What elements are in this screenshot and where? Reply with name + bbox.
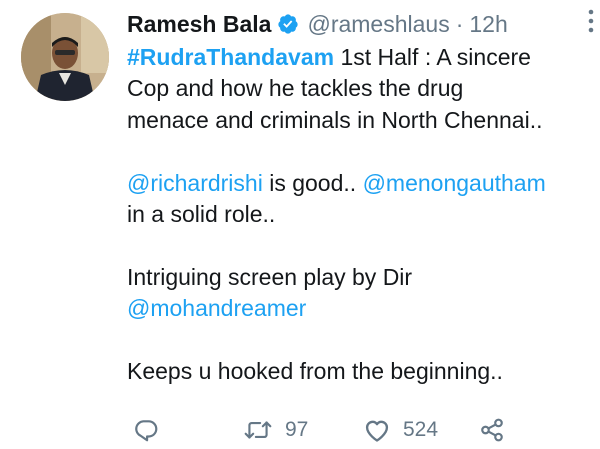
reply-icon — [135, 420, 158, 442]
tweet-text-line: in a solid role.. — [127, 201, 276, 228]
tweet-actions: 97 524 — [127, 414, 540, 446]
mention-link[interactable]: @menongautham — [363, 170, 546, 196]
share-button[interactable] — [479, 414, 505, 446]
tweet-text-line: Cop and how he tackles the drug — [127, 75, 464, 102]
author-handle[interactable]: @rameshlaus — [307, 11, 449, 38]
tweet-content: Ramesh Bala @rameshlaus · 12h #RudraThan… — [127, 8, 582, 387]
tweet-text-segment: 1st Half : A sincere — [334, 44, 531, 70]
verified-badge-icon — [277, 13, 299, 35]
author-name[interactable]: Ramesh Bala — [127, 11, 271, 38]
reply-button[interactable] — [133, 414, 159, 446]
like-button[interactable]: 524 — [363, 414, 438, 446]
retweet-count: 97 — [285, 418, 309, 441]
share-icon — [481, 418, 503, 442]
more-vertical-icon[interactable] — [584, 7, 598, 35]
tweet-text: #RudraThandavam 1st Half : A sincere Cop… — [127, 42, 582, 387]
hashtag-link[interactable]: #RudraThandavam — [127, 44, 334, 70]
retweet-icon — [244, 421, 272, 439]
tweet-card[interactable]: Ramesh Bala @rameshlaus · 12h #RudraThan… — [0, 0, 600, 449]
tweet-text-line: Keeps u hooked from the beginning.. — [127, 358, 503, 385]
tweet-time[interactable]: 12h — [469, 11, 507, 38]
tweet-text-segment: is good.. — [262, 169, 363, 196]
retweet-button[interactable]: 97 — [243, 414, 308, 446]
avatar-image — [21, 13, 109, 101]
mention-link[interactable]: @mohandreamer — [127, 295, 306, 321]
tweet-text-line: Intriguing screen play by Dir — [127, 263, 413, 290]
avatar[interactable] — [21, 13, 109, 101]
tweet-text-line: menace and criminals in North Chennai.. — [127, 106, 543, 133]
like-count: 524 — [403, 418, 439, 441]
heart-icon — [365, 420, 389, 442]
tweet-header: Ramesh Bala @rameshlaus · 12h — [127, 8, 582, 40]
separator: · — [455, 10, 464, 37]
mention-link[interactable]: @richardrishi — [127, 170, 263, 196]
